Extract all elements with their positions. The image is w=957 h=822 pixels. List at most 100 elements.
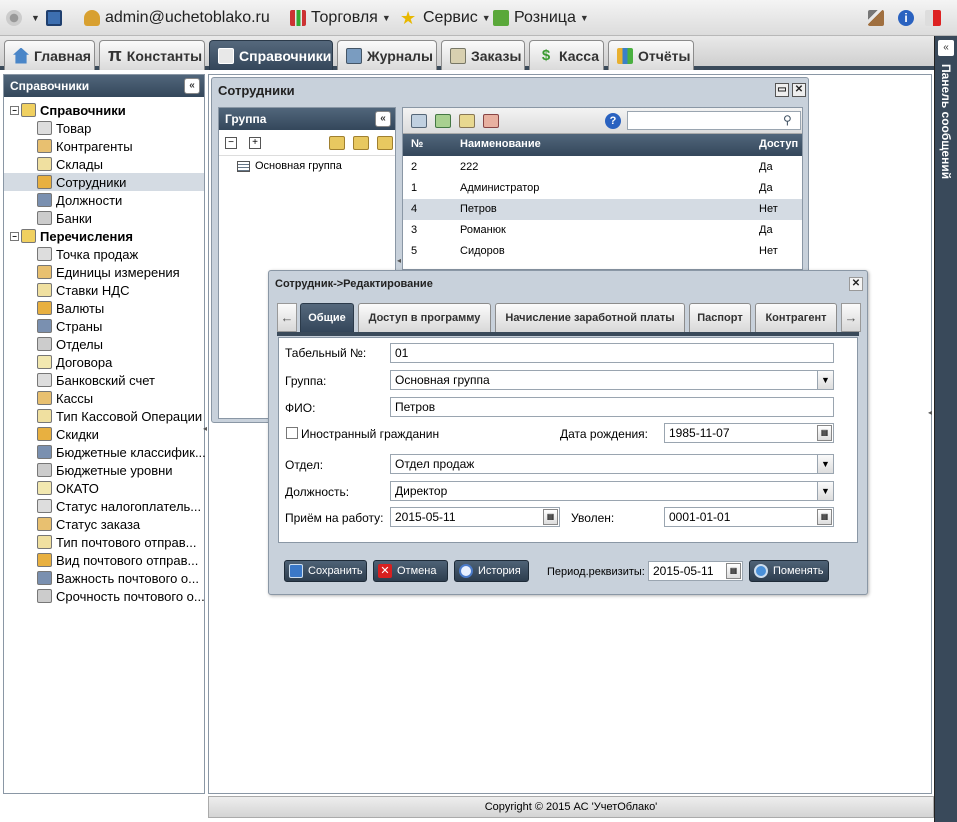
splitter-arrow-icon[interactable]: ◂: [397, 256, 401, 265]
edit-icon[interactable]: [459, 114, 475, 128]
tab-constants[interactable]: π Константы: [99, 40, 205, 70]
department-select[interactable]: Отдел продаж ▼: [390, 454, 834, 474]
tree-folder[interactable]: − Справочники: [4, 101, 204, 119]
message-panel[interactable]: « Панель сообщений: [934, 36, 957, 822]
calendar-icon[interactable]: ▦: [726, 563, 741, 579]
period-date-input[interactable]: 2015-05-11 ▦: [648, 561, 743, 581]
help-icon[interactable]: ?: [605, 113, 621, 129]
settings-menu[interactable]: ▼: [6, 0, 40, 36]
search-icon[interactable]: ⚲: [783, 113, 792, 127]
foreign-citizen-checkbox[interactable]: [286, 427, 298, 439]
table-row[interactable]: 2 222 Да: [403, 157, 802, 178]
info-button[interactable]: i: [898, 0, 919, 36]
tree-item[interactable]: Товар: [4, 119, 204, 137]
tab-counterparty[interactable]: Контрагент: [755, 303, 837, 332]
fio-input[interactable]: Петров: [390, 397, 834, 417]
collapse-icon[interactable]: «: [375, 111, 391, 127]
tab-number-input[interactable]: 01: [390, 343, 834, 363]
tree-item[interactable]: Статус заказа: [4, 515, 204, 533]
cancel-button[interactable]: ✕ Отмена: [373, 560, 448, 582]
tab-program-access[interactable]: Доступ в программу: [358, 303, 491, 332]
birth-date-input[interactable]: 1985-11-07 ▦: [664, 423, 834, 443]
tree-item[interactable]: Тип почтового отправ...: [4, 533, 204, 551]
collapse-all-icon[interactable]: −: [225, 137, 237, 149]
table-row[interactable]: 5 Сидоров Нет: [403, 241, 802, 262]
tree-item[interactable]: ОКАТО: [4, 479, 204, 497]
search-input[interactable]: [627, 111, 801, 130]
monitor-button[interactable]: [46, 0, 67, 36]
chevron-down-icon[interactable]: ▼: [817, 455, 833, 473]
chevron-down-icon[interactable]: ▼: [817, 482, 833, 500]
tree-item[interactable]: Единицы измерения: [4, 263, 204, 281]
tab-home[interactable]: Главная: [4, 40, 95, 70]
tree-item[interactable]: Валюты: [4, 299, 204, 317]
expander-icon[interactable]: −: [10, 105, 19, 115]
calendar-icon[interactable]: ▦: [817, 509, 832, 525]
logout-button[interactable]: [925, 0, 946, 36]
col-access[interactable]: Доступ: [759, 138, 798, 150]
tree-item[interactable]: Вид почтового отправ...: [4, 551, 204, 569]
maximize-icon[interactable]: ▭: [775, 83, 789, 97]
hire-date-input[interactable]: 2015-05-11 ▦: [390, 507, 560, 527]
history-button[interactable]: История: [454, 560, 529, 582]
tab-general[interactable]: Общие: [300, 303, 354, 332]
close-icon[interactable]: ✕: [792, 83, 806, 97]
tab-passport[interactable]: Паспорт: [689, 303, 751, 332]
tree-item[interactable]: Важность почтового о...: [4, 569, 204, 587]
tree-item[interactable]: Бюджетные уровни: [4, 461, 204, 479]
tree-item[interactable]: Склады: [4, 155, 204, 173]
tab-cash[interactable]: $ Касса: [529, 40, 604, 70]
close-icon[interactable]: ✕: [849, 277, 863, 291]
expand-all-icon[interactable]: +: [249, 137, 261, 149]
save-button[interactable]: Сохранить: [284, 560, 367, 582]
tree-item[interactable]: Страны: [4, 317, 204, 335]
delete-folder-icon[interactable]: [377, 136, 393, 150]
tree-item[interactable]: Ставки НДС: [4, 281, 204, 299]
tab-journals[interactable]: Журналы: [337, 40, 437, 70]
tools-button[interactable]: [868, 0, 889, 36]
copy-icon[interactable]: [435, 114, 451, 128]
tree-item[interactable]: Статус налогоплатель...: [4, 497, 204, 515]
collapse-icon[interactable]: «: [938, 40, 954, 56]
tree-item[interactable]: Бюджетные классифик...: [4, 443, 206, 461]
tree-item[interactable]: Тип Кассовой Операции: [4, 407, 204, 425]
splitter-arrow-icon[interactable]: ◂: [203, 424, 208, 438]
tree-item[interactable]: Скидки: [4, 425, 204, 443]
user-menu[interactable]: admin@uchetoblako.ru: [84, 0, 270, 36]
menu-service[interactable]: ★ Сервис ▼: [400, 0, 491, 36]
delete-icon[interactable]: [483, 114, 499, 128]
tree-item[interactable]: Банки: [4, 209, 204, 227]
add-icon[interactable]: [411, 114, 427, 128]
tab-orders[interactable]: Заказы: [441, 40, 525, 70]
tabs-scroll-left-icon[interactable]: ←: [277, 303, 297, 332]
fired-date-input[interactable]: 0001-01-01 ▦: [664, 507, 834, 527]
group-item[interactable]: Основная группа: [237, 160, 342, 172]
splitter-arrow-icon[interactable]: ◂: [928, 408, 933, 422]
tree-item[interactable]: Договора: [4, 353, 204, 371]
tree-item[interactable]: Банковский счет: [4, 371, 204, 389]
group-select[interactable]: Основная группа ▼: [390, 370, 834, 390]
tree-folder[interactable]: − Перечисления: [4, 227, 204, 245]
tree-item[interactable]: Кассы: [4, 389, 204, 407]
tree-item[interactable]: Точка продаж: [4, 245, 204, 263]
calendar-icon[interactable]: ▦: [543, 509, 558, 525]
tree-item[interactable]: Сотрудники: [4, 173, 204, 191]
col-number[interactable]: №: [411, 138, 423, 150]
position-select[interactable]: Директор ▼: [390, 481, 834, 501]
menu-retail[interactable]: Розница ▼: [493, 0, 589, 36]
expander-icon[interactable]: −: [10, 231, 19, 241]
add-folder-icon[interactable]: [329, 136, 345, 150]
table-row[interactable]: 3 Романюк Да: [403, 220, 802, 241]
change-button[interactable]: Поменять: [749, 560, 829, 582]
tree-item[interactable]: Контрагенты: [4, 137, 204, 155]
tree-item[interactable]: Отделы: [4, 335, 204, 353]
menu-trade[interactable]: Торговля ▼: [290, 0, 391, 36]
collapse-icon[interactable]: «: [184, 78, 200, 94]
table-row[interactable]: 4 Петров Нет: [403, 199, 802, 220]
tab-salary[interactable]: Начисление заработной платы: [495, 303, 685, 332]
tabs-scroll-right-icon[interactable]: →: [841, 303, 861, 332]
chevron-down-icon[interactable]: ▼: [817, 371, 833, 389]
calendar-icon[interactable]: ▦: [817, 425, 832, 441]
tab-reports[interactable]: Отчёты: [608, 40, 694, 70]
col-name[interactable]: Наименование: [460, 138, 541, 150]
